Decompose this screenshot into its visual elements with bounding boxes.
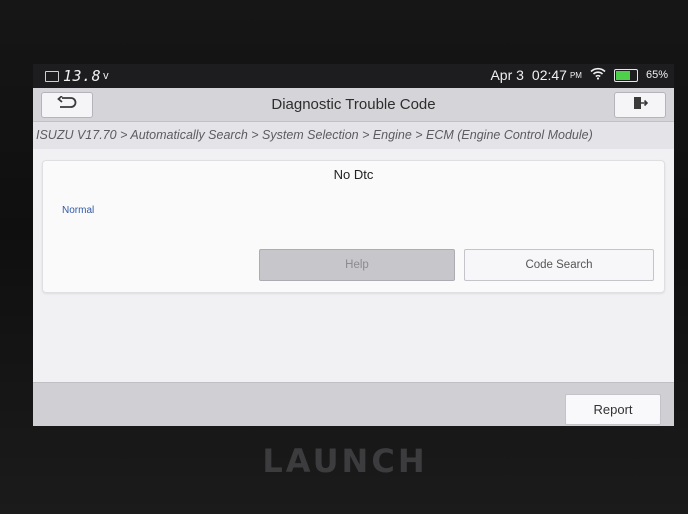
battery-percent: 65% bbox=[645, 69, 668, 81]
page-title: Diagnostic Trouble Code bbox=[271, 96, 436, 113]
status-time: 02:47 bbox=[531, 67, 567, 83]
status-right: Apr 3 02:47 PM 65% bbox=[490, 67, 668, 83]
voltage-value: 13.8 bbox=[63, 67, 102, 85]
help-button[interactable]: Help bbox=[259, 249, 455, 281]
battery-fill bbox=[615, 70, 631, 80]
status-bar: 13.8 v Apr 3 02:47 PM 65% bbox=[33, 64, 674, 88]
dtc-result-text: No Dtc bbox=[333, 167, 374, 182]
voltage-unit: v bbox=[103, 70, 109, 82]
battery-icon bbox=[613, 68, 638, 82]
title-bar: Diagnostic Trouble Code bbox=[33, 88, 674, 122]
status-ampm: PM bbox=[569, 70, 582, 80]
exit-button[interactable] bbox=[614, 92, 666, 118]
report-button[interactable]: Report bbox=[565, 394, 661, 425]
status-date: Apr 3 bbox=[490, 67, 524, 83]
voltage-indicator: 13.8 v bbox=[45, 67, 109, 85]
back-button[interactable] bbox=[41, 92, 93, 118]
exit-icon bbox=[632, 95, 649, 116]
wifi-icon bbox=[590, 67, 606, 83]
dtc-result-card: No Dtc Normal Help Code Search bbox=[42, 160, 665, 293]
back-arrow-icon bbox=[57, 94, 77, 115]
system-status: Normal bbox=[62, 205, 95, 216]
device-brand-logo: LAUNCH bbox=[262, 442, 428, 480]
footer-bar: Report bbox=[33, 382, 674, 426]
breadcrumb: ISUZU V17.70 > Automatically Search > Sy… bbox=[33, 122, 674, 149]
code-search-button[interactable]: Code Search bbox=[464, 249, 654, 281]
device-screen: 13.8 v Apr 3 02:47 PM 65% Diagnostic Tro… bbox=[33, 64, 674, 426]
car-battery-icon bbox=[45, 70, 59, 82]
